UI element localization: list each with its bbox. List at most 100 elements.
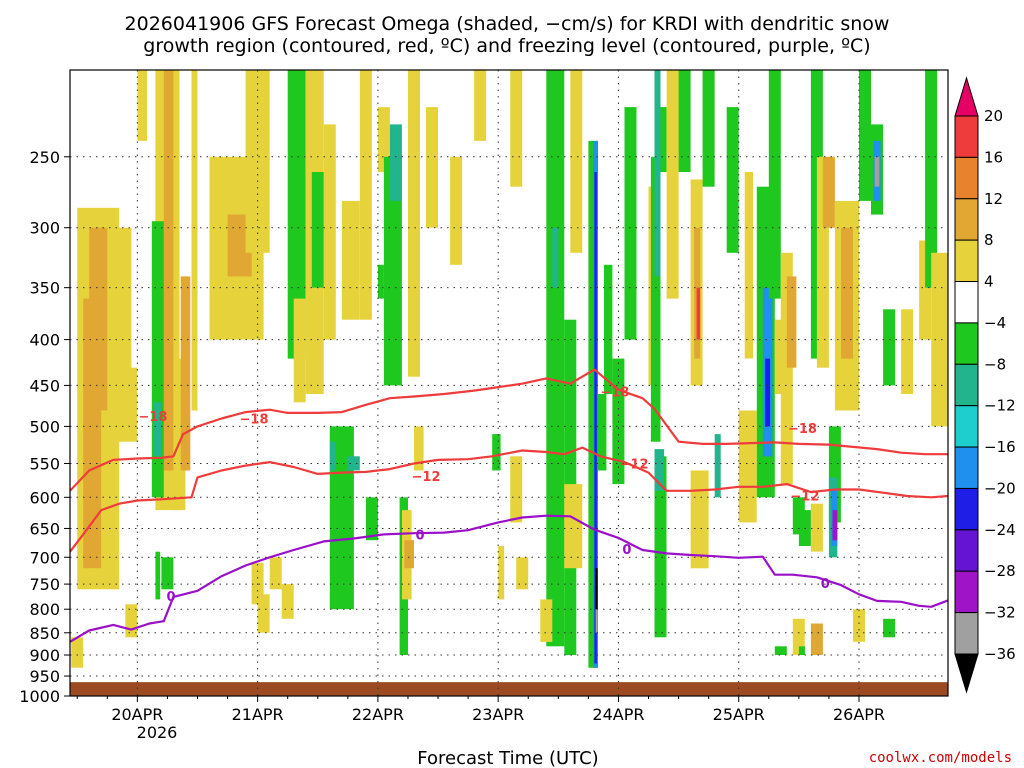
colorbar-segment <box>954 156 979 200</box>
omega-shading-cell <box>768 70 781 299</box>
colorbar-segment <box>954 115 979 158</box>
omega-shading-cell <box>832 510 838 541</box>
colorbar-segment <box>954 405 979 448</box>
omega-shading-cell <box>365 497 378 541</box>
omega-shading-cell <box>774 646 787 655</box>
contour-label: −18 <box>788 422 817 437</box>
omega-shading-cell <box>598 394 607 471</box>
contour-label: 0 <box>821 577 830 592</box>
x-axis: 20APR 21APR 22APR 23APR 24APR 25APR 26APR <box>76 696 885 724</box>
contour-label: 0 <box>167 590 176 605</box>
omega-shading-cell <box>161 557 174 590</box>
colorbar-segment <box>954 570 979 614</box>
colorbar-label: −32 <box>984 604 1016 622</box>
y-tick-label: 400 <box>29 331 60 350</box>
y-tick-label: 550 <box>29 454 60 473</box>
y-tick-label: 950 <box>29 667 60 686</box>
omega-shading-cell <box>859 70 871 201</box>
omega-shading-cell <box>696 287 701 340</box>
colorbar-segment <box>954 363 979 407</box>
x-axis-label: Forecast Time (UTC) <box>417 748 598 768</box>
omega-shading-cell <box>604 264 613 394</box>
colorbar-segment <box>954 198 979 241</box>
omega-shading-cell <box>498 546 505 600</box>
omega-shading-cell <box>810 623 823 655</box>
omega-shading-cell <box>702 70 715 187</box>
colorbar-segment <box>954 529 979 572</box>
y-tick-label: 850 <box>29 624 60 643</box>
omega-shading-cell <box>426 107 438 228</box>
contour-label: −18 <box>138 410 167 425</box>
omega-shading-cell <box>883 618 896 638</box>
colorbar-segment <box>954 239 979 283</box>
x-tick-label: 24APR <box>592 705 644 724</box>
contour-label: −12 <box>790 489 819 504</box>
omega-shading-cell <box>883 309 896 386</box>
omega-shading-cell <box>595 609 598 633</box>
omega-chart: 2026041906 GFS Forecast Omega (shaded, −… <box>19 13 1016 768</box>
omega-shading-cell <box>510 456 523 523</box>
omega-shading-cell <box>690 470 709 569</box>
x-tick-label: 20APR <box>111 705 163 724</box>
omega-shading-cell <box>329 441 336 471</box>
x-tick-label: 21APR <box>232 705 284 724</box>
omega-shading-cell <box>546 70 565 647</box>
x-tick-year: 2026 <box>137 723 178 742</box>
omega-shading-cell <box>570 70 583 253</box>
x-tick-label: 26APR <box>833 705 885 724</box>
y-tick-label: 900 <box>29 646 60 665</box>
ground-surface <box>70 682 948 696</box>
omega-shading-cell <box>798 646 805 655</box>
omega-shading-cell <box>744 172 754 359</box>
y-tick-label: 750 <box>29 575 60 594</box>
omega-shading-cell <box>341 200 360 320</box>
colorbar-segment <box>954 281 979 324</box>
plot-area: −18 −18 −18 −18 −12 −12 −12 0 0 0 0 <box>69 69 949 697</box>
omega-shading-cell <box>257 594 270 633</box>
omega-shading-cell <box>901 309 914 394</box>
omega-shading-cell <box>492 434 501 471</box>
omega-shading-cell <box>595 568 598 610</box>
contour-label: −12 <box>412 470 441 485</box>
colorbar-label: 20 <box>984 107 1003 125</box>
x-tick-label: 23APR <box>472 705 524 724</box>
contour-label: 0 <box>415 528 424 543</box>
chart-title-line1: 2026041906 GFS Forecast Omega (shaded, −… <box>125 13 890 35</box>
colorbar-label: −36 <box>984 645 1016 663</box>
contour-label: 0 <box>622 543 631 558</box>
omega-shading-cell <box>359 70 372 320</box>
omega-shading-cell <box>822 156 835 228</box>
omega-shading-cell <box>474 70 487 141</box>
omega-shading-cell <box>786 276 797 368</box>
omega-shading-cell <box>510 70 523 187</box>
colorbar: 20 16 12 8 4 −4 −8 −12 −16 −20 −24 −28 −32 −36 <box>954 76 1016 694</box>
contour-label: −18 <box>240 413 269 428</box>
y-tick-label: 650 <box>29 519 60 538</box>
omega-shading-cell <box>841 227 853 359</box>
credit-text: coolwx.com/models <box>869 750 1012 766</box>
omega-shading-cell <box>191 70 198 411</box>
omega-shading-cell <box>180 276 191 471</box>
colorbar-label: −12 <box>984 397 1016 415</box>
ground-fill <box>70 682 948 696</box>
colorbar-label: 4 <box>984 273 994 291</box>
y-tick-label: 600 <box>29 488 60 507</box>
omega-shading-cell <box>874 156 880 187</box>
omega-shading-cell <box>389 124 402 201</box>
contour-label: −12 <box>620 457 649 472</box>
omega-shading-cell <box>624 107 637 340</box>
omega-shading-cell <box>564 484 583 569</box>
colorbar-label: 8 <box>984 231 994 249</box>
omega-shading-cell <box>281 584 294 619</box>
y-tick-label: 1000 <box>19 687 60 706</box>
colorbar-label: −28 <box>984 562 1016 580</box>
colorbar-segment <box>954 487 979 531</box>
colorbar-label: 16 <box>984 148 1003 166</box>
omega-shading-cell <box>311 172 324 288</box>
omega-shading-cell <box>726 107 739 253</box>
omega-shading-cell <box>540 599 553 642</box>
colorbar-bottom-arrow <box>954 653 979 694</box>
colorbar-label: −4 <box>984 314 1006 332</box>
colorbar-top-arrow <box>954 76 979 117</box>
contour-label: −18 <box>600 385 629 400</box>
